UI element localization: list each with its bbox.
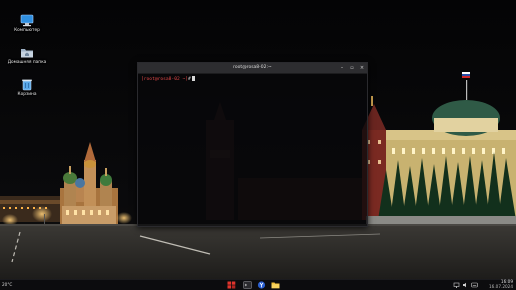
home-folder-icon [21,49,33,58]
maximize-button[interactable]: ▫ [348,64,356,72]
close-button[interactable]: × [358,64,366,72]
terminal-window[interactable]: root@rosa8-02:~ – ▫ × [root@rosa8-02 ~]# [137,62,368,227]
keyboard-icon[interactable] [471,281,478,289]
terminal-cursor [191,76,195,81]
desktop-icon-label: Компьютер [14,28,40,33]
terminal-prompt-symbol: # [188,77,191,82]
terminal-icon[interactable] [243,281,252,289]
taskbar: 20°C 16:09 16.07.2024 [0,279,516,290]
network-icon[interactable] [453,281,460,289]
desktop-icon-label: Домашняя папка [7,60,47,65]
trash-icon [22,79,32,91]
desktop: Компьютер Домашняя папка Корзина root@ro… [0,0,516,290]
computer-icon [20,14,34,27]
terminal-titlebar[interactable]: root@rosa8-02:~ – ▫ × [138,63,367,74]
desktop-icon-trash[interactable]: Корзина [2,78,52,97]
rosa-menu-icon[interactable] [227,281,236,289]
desktop-icon-home-folder[interactable]: Домашняя папка [2,46,52,65]
terminal-prompt: [root@rosa8-02 ~] [141,77,189,82]
desktop-icon-label: Корзина [17,92,37,97]
minimize-button[interactable]: – [338,64,346,72]
desktop-icon-computer[interactable]: Компьютер [2,14,52,33]
terminal-body[interactable]: [root@rosa8-02 ~]# [138,74,367,85]
terminal-title: root@rosa8-02:~ [233,65,272,70]
yandex-browser-icon[interactable] [257,281,266,289]
folder-icon[interactable] [271,281,280,289]
volume-icon[interactable] [462,281,469,289]
weather-widget[interactable]: 20°C [2,281,12,289]
clock-date[interactable]: 16.07.2024 [489,284,513,290]
